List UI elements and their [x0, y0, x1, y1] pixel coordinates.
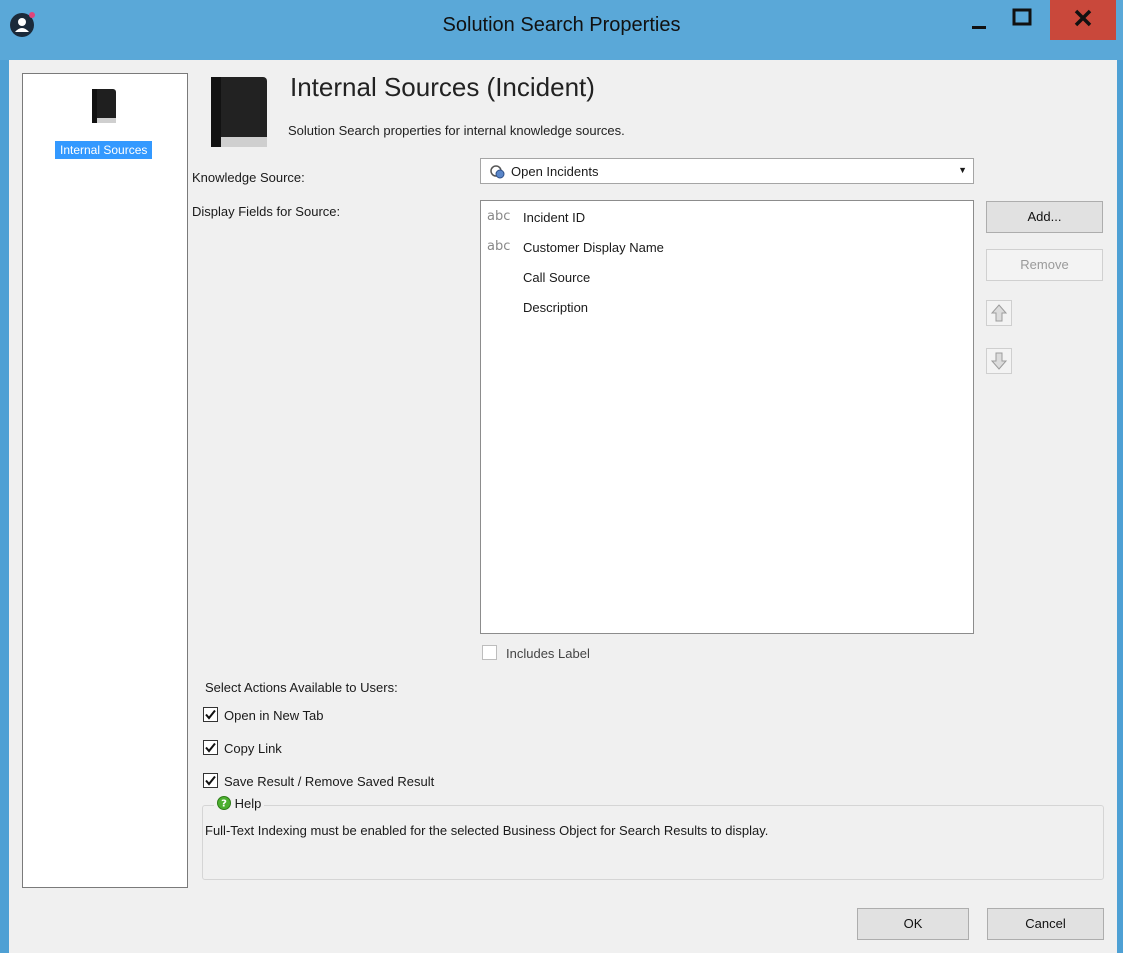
help-title: Help [234, 796, 262, 811]
checkmark-icon [205, 742, 216, 753]
window-title: Solution Search Properties [442, 14, 681, 36]
cancel-button[interactable]: Cancel [987, 908, 1104, 940]
sources-nav-panel: Internal Sources [22, 73, 188, 888]
list-item[interactable]: Description [481, 295, 973, 319]
minimize-button[interactable] [958, 0, 1000, 40]
dialog-body: Internal Sources Internal Sources (Incid… [9, 60, 1117, 953]
text-field-icon: abc [487, 209, 511, 224]
page-title: Internal Sources (Incident) [290, 72, 595, 102]
arrow-down-icon [990, 352, 1008, 370]
copy-link-checkbox[interactable] [203, 740, 218, 755]
maximize-button[interactable] [1000, 0, 1044, 40]
move-up-button[interactable] [986, 300, 1012, 326]
field-label: Incident ID [523, 210, 586, 225]
nav-item-internal-sources[interactable]: Internal Sources [55, 141, 153, 159]
text-field-icon: abc [487, 239, 511, 254]
display-fields-list[interactable]: abc Incident ID abc Customer Display Nam… [480, 200, 974, 634]
page-subtitle: Solution Search properties for internal … [288, 123, 625, 138]
includes-label-text: Includes Label [506, 646, 590, 661]
add-field-button[interactable]: Add... [986, 201, 1103, 233]
incident-source-icon [489, 164, 505, 180]
includes-label-checkbox[interactable] [482, 645, 497, 660]
knowledge-source-dropdown[interactable]: Open Incidents ▼ [480, 158, 974, 184]
title-bar[interactable]: Solution Search Properties [0, 0, 1123, 60]
arrow-up-icon [990, 304, 1008, 322]
book-icon [89, 88, 119, 126]
close-button[interactable] [1050, 0, 1116, 40]
save-result-label: Save Result / Remove Saved Result [224, 774, 435, 789]
help-legend: ? Help [214, 796, 265, 811]
ok-button[interactable]: OK [857, 908, 969, 940]
dialog-window: Solution Search Properties Internal Sour… [0, 0, 1123, 953]
list-item[interactable]: abc Customer Display Name [481, 235, 973, 259]
field-label: Customer Display Name [523, 240, 664, 255]
list-item[interactable]: Call Source [481, 265, 973, 289]
move-down-button[interactable] [986, 348, 1012, 374]
display-fields-label: Display Fields for Source: [192, 204, 341, 219]
svg-text:?: ? [221, 799, 227, 810]
open-in-new-tab-label: Open in New Tab [224, 708, 324, 723]
list-item[interactable]: abc Incident ID [481, 205, 973, 229]
chevron-down-icon[interactable]: ▼ [958, 165, 967, 175]
checkmark-icon [205, 775, 216, 786]
help-icon: ? [217, 796, 231, 810]
help-group [202, 805, 1104, 880]
save-result-checkbox[interactable] [203, 773, 218, 788]
checkmark-icon [205, 709, 216, 720]
open-in-new-tab-checkbox[interactable] [203, 707, 218, 722]
knowledge-source-label: Knowledge Source: [192, 170, 305, 185]
field-label: Description [523, 300, 589, 315]
remove-field-button[interactable]: Remove [986, 249, 1103, 281]
help-text: Full-Text Indexing must be enabled for t… [205, 823, 769, 838]
book-icon-large [207, 75, 271, 151]
field-label: Call Source [523, 270, 591, 285]
copy-link-label: Copy Link [224, 741, 282, 756]
knowledge-source-value: Open Incidents [511, 164, 599, 179]
actions-heading: Select Actions Available to Users: [205, 680, 398, 695]
